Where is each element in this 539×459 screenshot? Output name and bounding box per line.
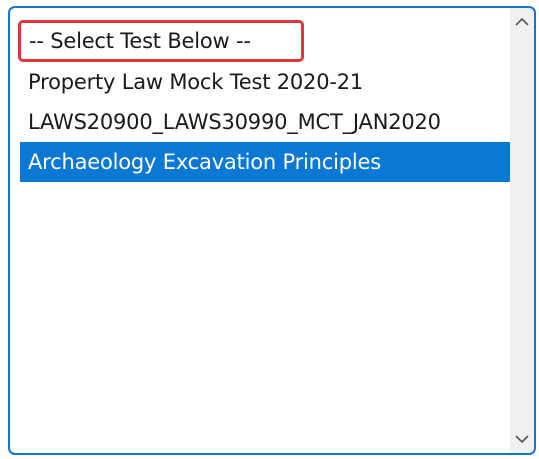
chevron-up-icon <box>515 17 529 26</box>
test-options-list: -- Select Test Below -- Property Law Moc… <box>18 20 510 182</box>
option-archaeology-excavation-principles[interactable]: Archaeology Excavation Principles <box>20 142 510 182</box>
vertical-scrollbar[interactable] <box>510 8 534 453</box>
chevron-down-icon <box>515 435 529 444</box>
scroll-up-button[interactable] <box>514 14 530 30</box>
test-select-listbox[interactable]: -- Select Test Below -- Property Law Moc… <box>8 6 536 455</box>
option-property-law-mock-test[interactable]: Property Law Mock Test 2020-21 <box>20 62 510 102</box>
option-laws-mct-jan2020[interactable]: LAWS20900_LAWS30990_MCT_JAN2020 <box>20 102 510 142</box>
scroll-down-button[interactable] <box>514 431 530 447</box>
option-select-test-placeholder[interactable]: -- Select Test Below -- <box>18 20 304 62</box>
